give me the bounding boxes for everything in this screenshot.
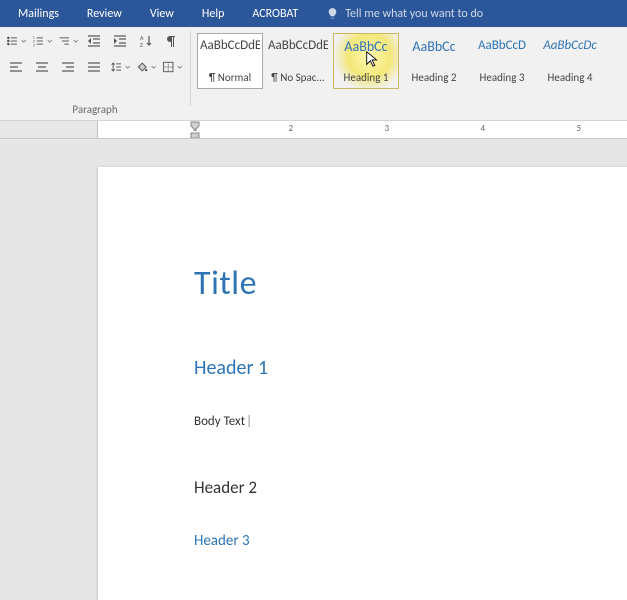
- style-heading-2[interactable]: AaBbCc Heading 2: [401, 33, 467, 89]
- doc-heading-1[interactable]: Header 1: [194, 356, 627, 380]
- tab-acrobat[interactable]: ACROBAT: [238, 0, 312, 27]
- numbering-button[interactable]: 123: [32, 31, 52, 51]
- document-page[interactable]: Title Header 1 Body Text Header 2 Header…: [98, 167, 627, 600]
- style-heading-4[interactable]: AaBbCcDc Heading 4: [537, 33, 603, 89]
- borders-button[interactable]: [162, 57, 182, 77]
- style-preview: AaBbCc: [404, 38, 464, 55]
- tell-me-search[interactable]: Tell me what you want to do: [312, 7, 483, 21]
- style-preview: AaBbCcD: [472, 38, 532, 53]
- style-no-spacing[interactable]: AaBbCcDdE ¶ No Spac...: [265, 33, 331, 89]
- tell-me-label: Tell me what you want to do: [345, 7, 483, 21]
- align-center-button[interactable]: [32, 57, 52, 77]
- lightbulb-icon: [326, 7, 339, 20]
- line-spacing-button[interactable]: [110, 57, 130, 77]
- decrease-indent-button[interactable]: [84, 31, 104, 51]
- paragraph-group: 123 AZ Paragraph: [0, 27, 190, 120]
- sort-button[interactable]: AZ: [136, 31, 156, 51]
- style-label: Heading 3: [472, 71, 532, 84]
- style-preview: AaBbCc: [336, 38, 396, 55]
- style-preview: AaBbCcDdE: [200, 38, 260, 53]
- tab-review[interactable]: Review: [73, 0, 136, 27]
- chevron-down-icon: [47, 38, 52, 45]
- svg-text:3: 3: [33, 43, 35, 48]
- ribbon: 123 AZ Paragraph AaBbCcDdE: [0, 27, 627, 121]
- chevron-down-icon: [73, 38, 78, 45]
- tab-help[interactable]: Help: [188, 0, 239, 27]
- chevron-down-icon: [125, 64, 130, 71]
- styles-gallery: AaBbCcDdE ¶ Normal AaBbCcDdE ¶ No Spac..…: [197, 31, 621, 89]
- align-left-button[interactable]: [6, 57, 26, 77]
- svg-text:Z: Z: [140, 41, 143, 49]
- style-heading-1[interactable]: AaBbCc Heading 1: [333, 33, 399, 89]
- multilevel-list-button[interactable]: [58, 31, 78, 51]
- align-right-button[interactable]: [58, 57, 78, 77]
- style-preview: AaBbCcDdE: [268, 38, 328, 53]
- ribbon-tab-bar: Mailings Review View Help ACROBAT Tell m…: [0, 0, 627, 27]
- style-label: Heading 1: [336, 71, 396, 84]
- horizontal-ruler[interactable]: 1 2 3 4 5: [0, 121, 627, 139]
- chevron-down-icon: [21, 38, 26, 45]
- style-label: ¶ Normal: [200, 71, 260, 84]
- paragraph-group-label: Paragraph: [6, 101, 184, 120]
- style-label: Heading 4: [540, 71, 600, 84]
- style-heading-3[interactable]: AaBbCcD Heading 3: [469, 33, 535, 89]
- style-normal[interactable]: AaBbCcDdE ¶ Normal: [197, 33, 263, 89]
- chevron-down-icon: [177, 64, 182, 71]
- shading-button[interactable]: [136, 57, 156, 77]
- style-preview: AaBbCcDc: [540, 38, 600, 53]
- chevron-down-icon: [151, 64, 156, 71]
- justify-button[interactable]: [84, 57, 104, 77]
- doc-heading-2[interactable]: Header 2: [194, 477, 627, 498]
- style-label: ¶ No Spac...: [268, 71, 328, 84]
- doc-body-text[interactable]: Body Text: [194, 414, 627, 429]
- bullets-button[interactable]: [6, 31, 26, 51]
- tab-mailings[interactable]: Mailings: [4, 0, 73, 27]
- indent-marker-icon[interactable]: [190, 121, 200, 139]
- show-hide-pilcrow-button[interactable]: [162, 31, 182, 51]
- tab-view[interactable]: View: [136, 0, 188, 27]
- document-canvas[interactable]: Title Header 1 Body Text Header 2 Header…: [0, 139, 627, 600]
- increase-indent-button[interactable]: [110, 31, 130, 51]
- styles-group: AaBbCcDdE ¶ Normal AaBbCcDdE ¶ No Spac..…: [191, 27, 627, 120]
- doc-title[interactable]: Title: [194, 263, 627, 304]
- doc-heading-3[interactable]: Header 3: [194, 532, 627, 550]
- style-label: Heading 2: [404, 71, 464, 84]
- ruler-number: 5: [576, 123, 581, 134]
